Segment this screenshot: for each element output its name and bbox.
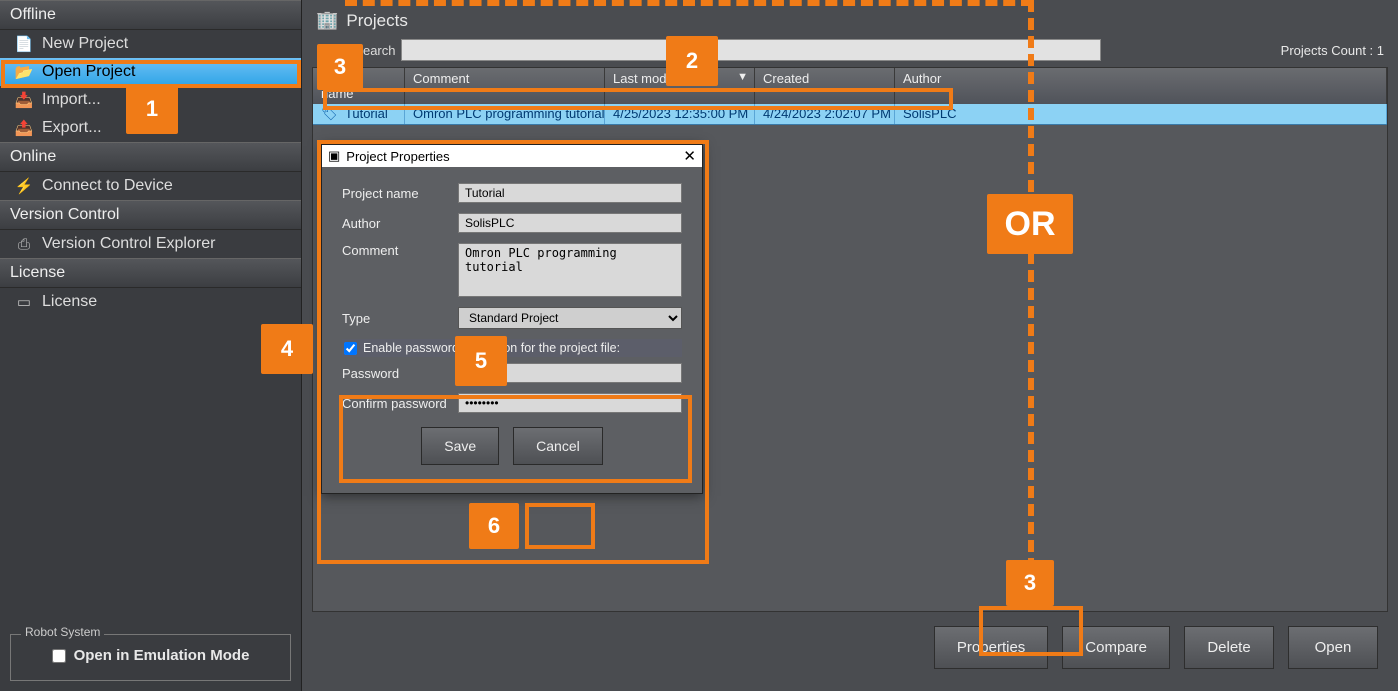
callout-6: 6 (469, 503, 519, 549)
building-icon: 🏢 (316, 10, 338, 31)
branch-icon: ⎙ (14, 236, 34, 253)
lbl-author: Author (342, 216, 448, 231)
sidebar-item-label: License (42, 293, 97, 311)
window-icon: ▣ (328, 148, 340, 164)
callout-4: 4 (261, 324, 313, 374)
sidebar-item-label: Export... (42, 119, 102, 137)
sidebar-item-version-control[interactable]: ⎙ Version Control Explorer (0, 230, 301, 258)
col-comment[interactable]: Comment (405, 68, 605, 104)
col-author[interactable]: Author (895, 68, 1387, 104)
emulation-checkbox[interactable] (52, 649, 66, 663)
sort-desc-icon: ▼ (737, 71, 748, 83)
table-row[interactable]: 🏷 Tutorial Omron PLC programming tutoria… (313, 104, 1387, 125)
project-name-input[interactable] (458, 183, 682, 203)
type-select[interactable]: Standard Project (458, 307, 682, 329)
cell-author: SolisPLC (895, 104, 1387, 124)
lbl-comment: Comment (342, 243, 448, 258)
robot-system-group: Robot System Open in Emulation Mode (10, 634, 291, 681)
section-header-offline: Offline (0, 0, 301, 30)
comment-input[interactable]: Omron PLC programming tutorial (458, 243, 682, 297)
document-plus-icon: 📄 (14, 35, 34, 53)
confirm-password-input[interactable] (458, 393, 682, 413)
author-input[interactable] (458, 213, 682, 233)
callout-or: OR (987, 194, 1073, 254)
lbl-type: Type (342, 311, 448, 326)
dialog-titlebar[interactable]: ▣ Project Properties ✕ (322, 145, 702, 167)
import-icon: 📥 (14, 91, 34, 109)
project-properties-dialog: ▣ Project Properties ✕ Project name Auth… (321, 144, 703, 494)
card-icon: ▭ (14, 293, 34, 311)
sidebar-item-license[interactable]: ▭ License (0, 288, 301, 316)
enable-password-checkbox[interactable] (344, 342, 357, 355)
save-button[interactable]: Save (421, 427, 499, 465)
project-icon: 🏷 (321, 106, 338, 122)
section-header-version: Version Control (0, 200, 301, 230)
col-created[interactable]: Created (755, 68, 895, 104)
cell-comment: Omron PLC programming tutorial (405, 104, 605, 124)
section-header-license: License (0, 258, 301, 288)
compare-button[interactable]: Compare (1062, 626, 1170, 669)
lightning-icon: ⚡ (14, 177, 34, 195)
emulation-label: Open in Emulation Mode (74, 647, 250, 664)
properties-button[interactable]: Properties (934, 626, 1048, 669)
callout-3a: 3 (317, 44, 363, 90)
callout-3b: 3 (1006, 560, 1054, 606)
sidebar-item-label: Version Control Explorer (42, 235, 215, 253)
grid-header: Project name Comment Last modified ▼ Cre… (313, 68, 1387, 104)
cancel-button[interactable]: Cancel (513, 427, 603, 465)
sidebar-item-label: Import... (42, 91, 101, 109)
section-header-online: Online (0, 142, 301, 172)
open-button[interactable]: Open (1288, 626, 1378, 669)
projects-title: Projects (346, 11, 407, 31)
folder-open-icon: 📂 (14, 63, 34, 81)
projects-count: Projects Count : 1 (1281, 43, 1384, 58)
projects-header: 🏢 Projects (312, 6, 1388, 35)
cell-name: Tutorial (345, 106, 388, 121)
cell-lastmod: 4/25/2023 12:35:00 PM (605, 104, 755, 124)
lbl-confirm: Confirm password (342, 396, 448, 411)
bottom-buttons: Properties Compare Delete Open (312, 612, 1388, 681)
robot-system-legend: Robot System (21, 625, 104, 639)
sidebar-item-connect-device[interactable]: ⚡ Connect to Device (0, 172, 301, 200)
close-icon[interactable]: ✕ (683, 147, 696, 165)
dialog-title-text: Project Properties (346, 149, 449, 164)
lbl-password: Password (342, 366, 448, 381)
callout-1: 1 (126, 84, 178, 134)
sidebar-item-label: Open Project (42, 63, 135, 81)
search-input[interactable] (401, 39, 1101, 61)
lbl-project-name: Project name (342, 186, 448, 201)
export-icon: 📤 (14, 119, 34, 137)
cell-created: 4/24/2023 2:02:07 PM (755, 104, 895, 124)
sidebar-item-open-project[interactable]: 📂 Open Project (0, 58, 301, 86)
sidebar-item-new-project[interactable]: 📄 New Project (0, 30, 301, 58)
sidebar-item-label: New Project (42, 35, 128, 53)
callout-2: 2 (666, 36, 718, 86)
delete-button[interactable]: Delete (1184, 626, 1274, 669)
callout-5: 5 (455, 336, 507, 386)
sidebar-item-label: Connect to Device (42, 177, 173, 195)
